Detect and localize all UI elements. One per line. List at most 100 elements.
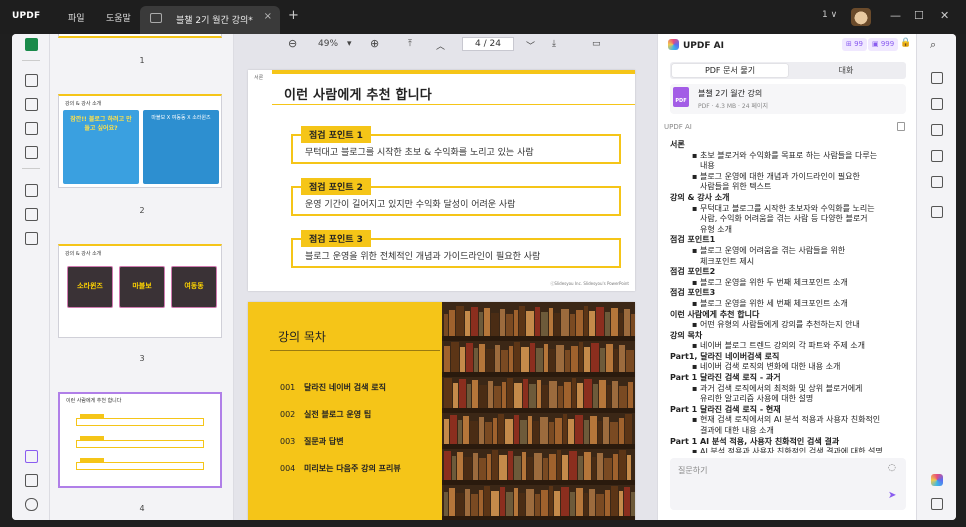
book-spine <box>631 492 635 516</box>
book-spine <box>572 378 576 408</box>
updf-ai-icon[interactable] <box>931 474 943 486</box>
copy-icon[interactable] <box>897 122 905 131</box>
menu-file[interactable]: 파일 <box>68 11 85 24</box>
new-tab-button[interactable]: + <box>288 8 299 23</box>
book-spine <box>479 417 484 444</box>
comment-button[interactable]: ▭ <box>592 39 601 49</box>
book-spine <box>459 379 466 408</box>
zoom-dropdown-icon[interactable]: ▾ <box>347 39 352 49</box>
protect-file-icon[interactable] <box>931 124 943 136</box>
thumbnail-card: 소라윈즈 <box>67 266 113 308</box>
next-page-button[interactable]: ﹀ <box>526 39 535 52</box>
book-spine <box>561 487 569 516</box>
layers-icon[interactable] <box>25 450 38 463</box>
search-icon[interactable]: ⌕ <box>930 38 936 52</box>
book-spine <box>549 308 553 336</box>
document-tab[interactable]: 블챌 2기 월간 강의* × <box>140 6 280 34</box>
zoom-in-button[interactable]: ⊕ <box>370 37 379 50</box>
summary-bullet: ▪ 어떤 유형의 사람들에게 강의를 추천하는지 안내 <box>692 320 860 330</box>
first-page-button[interactable]: ⤒ <box>408 39 412 49</box>
book-spine <box>506 492 513 516</box>
form-icon[interactable] <box>25 122 38 135</box>
organize-pages-icon[interactable] <box>25 146 38 159</box>
book-spine <box>535 494 540 516</box>
prompt-suggestion-icon[interactable]: ◌ <box>888 463 896 473</box>
summary-bullet: 결과에 대한 내용 소개 <box>700 426 774 436</box>
ask-input[interactable]: 질문하기 ◌ ➤ <box>670 458 906 510</box>
thumbnail-page-3[interactable]: 강의 & 강사 소개 소라윈즈 마블보 여동동 <box>58 244 222 338</box>
convert-icon[interactable] <box>931 98 943 110</box>
attachment-icon[interactable] <box>25 498 38 511</box>
tab-title: 블챌 2기 월간 강의* <box>176 16 253 26</box>
contents-item-text: 질문과 답변 <box>304 437 344 446</box>
book-spine <box>590 416 597 444</box>
book-spine <box>549 422 554 444</box>
book-spine <box>570 492 575 516</box>
page-tools-icon[interactable] <box>25 232 38 245</box>
chat-icon[interactable] <box>931 498 943 510</box>
thumbnail-page-2[interactable]: 강의 & 강사 소개 잠깐!! 블로그 하려고 만들고 싶어요? 마블보 X 여… <box>58 94 222 188</box>
book-spine <box>558 386 563 408</box>
lock-icon[interactable]: 🔒 <box>900 38 911 48</box>
zoom-level[interactable]: 49% <box>318 39 338 49</box>
crop-icon[interactable] <box>25 208 38 221</box>
summary-heading: 점검 포인트3 <box>670 288 716 298</box>
window-count-dropdown[interactable]: 1 ∨ <box>822 10 837 20</box>
thumbnail-point-box <box>76 462 204 470</box>
summary-heading: Part 1 달라진 검색 로직 - 현재 <box>670 404 781 414</box>
protect-icon[interactable] <box>25 184 38 197</box>
book-spine <box>600 348 605 372</box>
book-spine <box>571 346 578 372</box>
book-spine <box>599 380 606 408</box>
book-spine <box>449 310 455 336</box>
menu-help[interactable]: 도움말 <box>106 11 131 24</box>
reader-mode-icon[interactable] <box>25 38 38 51</box>
minimize-button[interactable]: — <box>890 9 901 22</box>
summary-bullet: ▪ 네이버 블로그 트렌드 강의의 각 파트와 주제 소개 <box>692 341 865 351</box>
book-spine <box>542 385 548 408</box>
document-view: ⊖ 49% ▾ ⊕ ⤒ ︿ 4 / 24 ﹀ ⤓ ▭ 서론 이런 사람에게 추천… <box>234 34 657 520</box>
prev-page-button[interactable]: ︿ <box>436 39 445 52</box>
page-number-field[interactable]: 4 / 24 <box>462 37 514 51</box>
book-spine <box>521 347 529 372</box>
tab-close-icon[interactable]: × <box>264 11 272 22</box>
book-spine <box>628 382 633 408</box>
avatar[interactable] <box>851 8 871 26</box>
book-spine <box>479 385 487 408</box>
save-icon[interactable] <box>931 206 943 218</box>
share-icon[interactable] <box>931 150 943 162</box>
last-page-button[interactable]: ⤓ <box>552 39 556 49</box>
summary-bullet: 내용 <box>700 161 715 171</box>
ai-summary: 서론 ▪ 초보 블로거와 수익화를 목표로 하는 사람들을 다루는 내용 ▪ 블로그 … <box>670 140 908 453</box>
email-icon[interactable] <box>931 176 943 188</box>
credit-badge[interactable]: ▣ 999 <box>868 38 899 51</box>
book-spine <box>564 382 571 408</box>
book-spine <box>514 383 522 408</box>
comment-tool-icon[interactable] <box>25 74 38 87</box>
zoom-out-button[interactable]: ⊖ <box>288 37 297 50</box>
tab-chat[interactable]: 대화 <box>788 64 904 77</box>
close-window-button[interactable]: ✕ <box>940 9 949 22</box>
maximize-button[interactable]: ☐ <box>914 9 924 22</box>
credit-badge[interactable]: ⊞ 99 <box>842 38 867 51</box>
book-spine <box>561 309 569 336</box>
thumbnail-page-1[interactable] <box>58 34 222 38</box>
book-spine <box>479 458 486 480</box>
updf-ai-logo-icon <box>668 39 679 50</box>
book-spine <box>529 384 536 408</box>
book-spine <box>464 457 472 480</box>
tab-ask-pdf[interactable]: PDF 문서 물기 <box>672 64 788 77</box>
ask-placeholder: 질문하기 <box>678 466 708 475</box>
book-spine <box>596 307 604 336</box>
book-spine <box>451 342 459 372</box>
send-icon[interactable]: ➤ <box>888 490 896 501</box>
attached-file-card[interactable]: PDF 블챌 2기 월간 강의 PDF · 4.3 MB · 24 페이지 <box>670 84 906 114</box>
thumbnail-page-4-selected[interactable]: 이런 사람에게 추천 합니다 <box>58 392 222 488</box>
summary-bullet: ▪ 블로그 운영에 어려움을 겪는 사람들을 위한 <box>692 245 846 255</box>
book-spine <box>458 420 462 444</box>
bookmark-icon[interactable] <box>25 474 38 487</box>
book-spine <box>522 452 526 480</box>
ocr-icon[interactable] <box>931 72 943 84</box>
edit-pdf-icon[interactable] <box>25 98 38 111</box>
summary-heading: Part1, 달라진 네이버검색 로직 <box>670 351 780 361</box>
